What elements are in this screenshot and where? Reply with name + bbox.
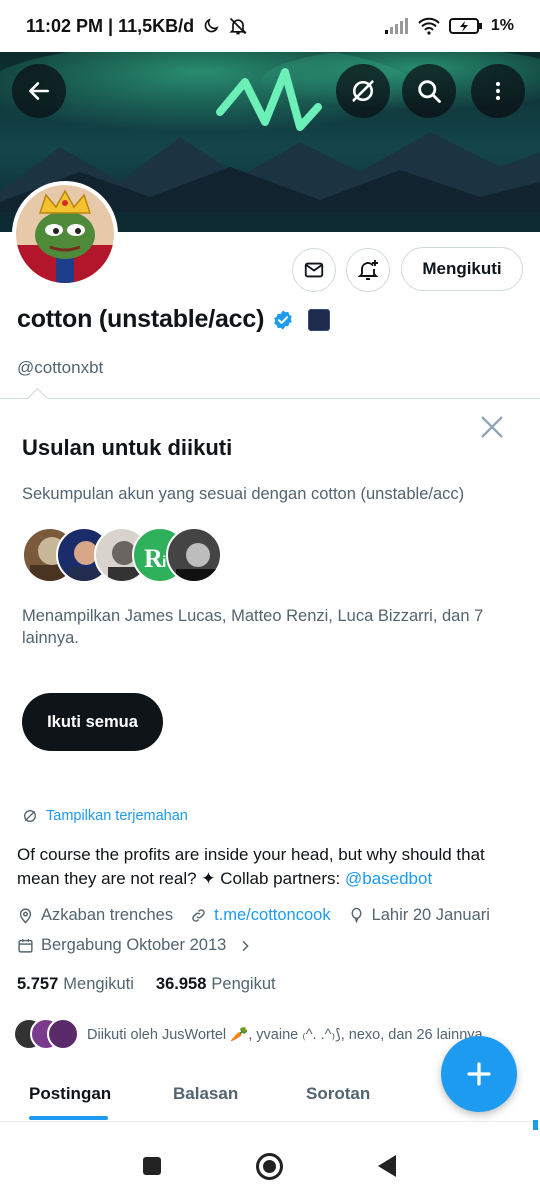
- website-link[interactable]: t.me/cottoncook: [214, 906, 330, 925]
- follow-all-button[interactable]: Ikuti semua: [22, 693, 163, 751]
- translate-icon: [24, 810, 36, 822]
- battery-icon: [448, 18, 482, 34]
- follow-counts: 5.757 Mengikuti 36.958 Pengikut: [17, 975, 276, 994]
- search-button[interactable]: [402, 64, 456, 118]
- moon-icon: [204, 18, 219, 33]
- compose-button[interactable]: [441, 1036, 517, 1112]
- search-icon: [418, 80, 441, 103]
- notifications-button[interactable]: [346, 248, 390, 292]
- bell-plus-icon: [357, 260, 379, 280]
- suggestions-subtitle: Sekumpulan akun yang sesuai dengan cotto…: [22, 485, 465, 503]
- profile-avatar[interactable]: [12, 181, 118, 287]
- translate-link[interactable]: Tampilkan terjemahan: [22, 808, 188, 824]
- verified-badge-icon: [274, 309, 292, 330]
- affiliate-badge-icon[interactable]: [308, 308, 331, 331]
- arrow-left-icon: [29, 82, 49, 100]
- profile-handle: @cottonxbt: [17, 358, 104, 377]
- battery-level: 1%: [490, 17, 514, 34]
- svg-text:R: R: [144, 544, 163, 573]
- following-label: Mengikuti: [63, 975, 134, 993]
- plus-icon: [467, 1062, 491, 1086]
- profile-bio: Of course the profits are inside your he…: [17, 843, 517, 891]
- profile-meta-row: Azkaban trenches t.me/cottoncook Lahir 2…: [17, 906, 490, 925]
- status-time: 11:02 PM | 11,5KB/d: [26, 15, 195, 36]
- back-button[interactable]: [12, 64, 66, 118]
- followed-by-text: Diikuti oleh JusWortel 🥕, yvaine ₍^. .^₎…: [87, 1026, 483, 1043]
- tab-postingan[interactable]: Postingan: [29, 1066, 111, 1121]
- more-options-button[interactable]: [471, 64, 525, 118]
- translate-label: Tampilkan terjemahan: [46, 808, 188, 824]
- panel-caret: [26, 387, 49, 410]
- suggestions-panel: Usulan untuk diikuti Sekumpulan akun yan…: [0, 387, 540, 794]
- system-navigation-bar: [0, 1130, 540, 1199]
- following-button[interactable]: Mengikuti: [401, 247, 523, 291]
- location-text: Azkaban trenches: [41, 906, 174, 924]
- bio-mention-link[interactable]: @basedbot: [345, 869, 432, 888]
- followers-count: 36.958: [155, 975, 207, 993]
- followed-by-avatars: [13, 1018, 79, 1050]
- envelope-icon: [304, 262, 324, 278]
- joined-text: Bergabung Oktober 2013: [41, 936, 227, 954]
- balloon-icon: [351, 907, 362, 923]
- joined-row[interactable]: Bergabung Oktober 2013: [17, 936, 253, 955]
- suggested-avatars[interactable]: Rit: [22, 527, 222, 583]
- close-icon[interactable]: [478, 413, 506, 441]
- birthday-text: Lahir 20 Januari: [371, 906, 490, 924]
- followers-count-link[interactable]: 36.958 Pengikut: [156, 975, 276, 994]
- message-button[interactable]: [292, 248, 336, 292]
- back-nav-icon[interactable]: [376, 1154, 398, 1178]
- followed-by-row[interactable]: Diikuti oleh JusWortel 🥕, yvaine ₍^. .^₎…: [13, 1018, 483, 1050]
- grok-button[interactable]: [336, 64, 390, 118]
- tab-sorotan[interactable]: Sorotan: [306, 1066, 370, 1121]
- grok-icon: [352, 80, 374, 102]
- active-tab-indicator: [29, 1116, 108, 1120]
- profile-name-row: cotton (unstable/acc): [17, 305, 331, 334]
- suggested-avatar: [166, 527, 222, 583]
- recents-icon[interactable]: [142, 1156, 162, 1176]
- tab-balasan[interactable]: Balasan: [173, 1066, 238, 1121]
- suggestions-title: Usulan untuk diikuti: [22, 435, 233, 460]
- following-count: 5.757: [17, 975, 59, 993]
- wifi-icon: [418, 17, 440, 35]
- suggestions-showing: Menampilkan James Lucas, Matteo Renzi, L…: [22, 607, 484, 647]
- followers-label: Pengikut: [211, 975, 276, 993]
- location-pin-icon: [19, 908, 32, 924]
- bell-muted-icon: [229, 17, 247, 35]
- pepe-king-avatar: [16, 185, 114, 283]
- signal-icon: [384, 18, 408, 34]
- link-icon: [192, 909, 205, 922]
- more-vertical-icon: [495, 81, 501, 101]
- chevron-right-icon: [242, 940, 250, 951]
- calendar-icon: [18, 939, 33, 953]
- status-bar: 11:02 PM | 11,5KB/d 1%: [0, 0, 540, 52]
- display-name: cotton (unstable/acc): [17, 305, 265, 333]
- home-icon[interactable]: [255, 1152, 284, 1181]
- following-count-link[interactable]: 5.757 Mengikuti: [17, 975, 134, 994]
